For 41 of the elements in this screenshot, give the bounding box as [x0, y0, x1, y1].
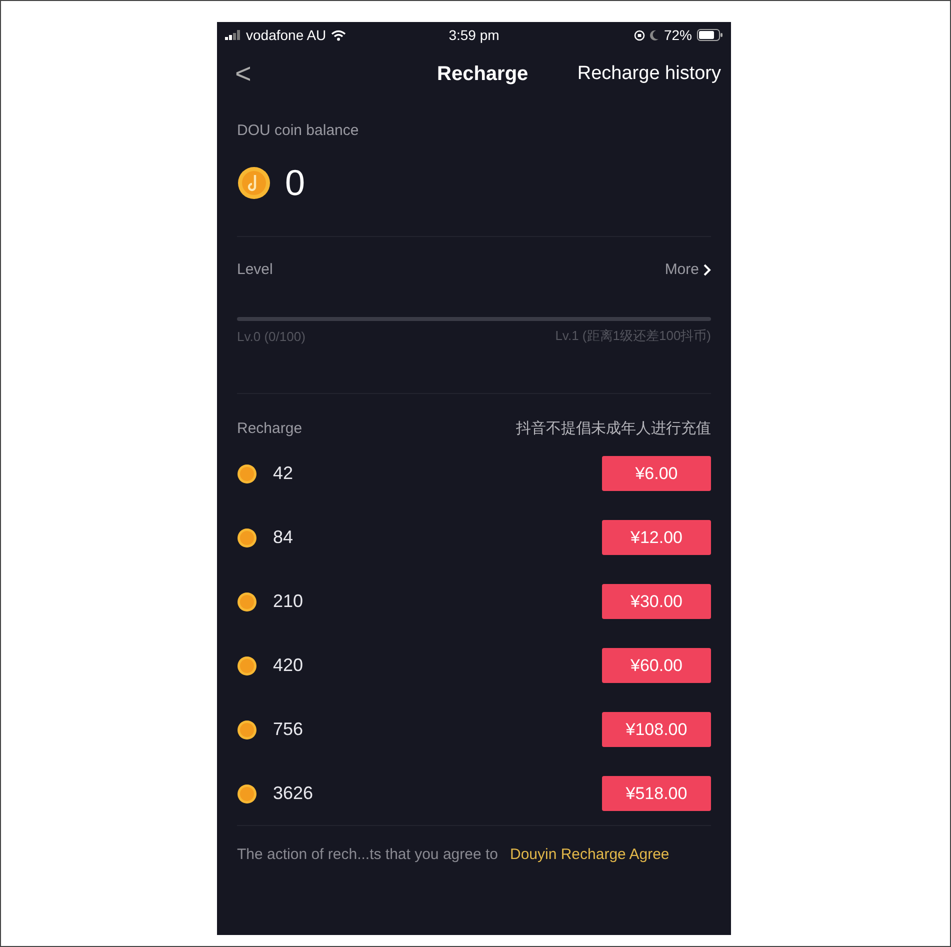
agreement-link[interactable]: Douyin Recharge Agree	[510, 846, 670, 863]
price-button[interactable]: ¥108.00	[602, 712, 711, 747]
coin-icon	[237, 464, 257, 484]
recharge-history-link[interactable]: Recharge history	[577, 63, 721, 85]
price-button[interactable]: ¥518.00	[602, 776, 711, 811]
chevron-icon	[703, 264, 711, 276]
coin-icon	[237, 656, 257, 676]
coin-amount: 3626	[273, 783, 314, 804]
coin-icon	[237, 592, 257, 612]
battery-percent: 72%	[664, 27, 692, 43]
battery-icon	[697, 29, 723, 41]
moon-icon	[650, 30, 659, 40]
current-level: Lv.0 (0/100)	[237, 328, 306, 344]
agreement-text: The action of rech...ts that you agree to	[237, 846, 498, 863]
balance-amount: 0	[285, 162, 306, 204]
recharge-label: Recharge	[237, 420, 302, 437]
coin-icon	[237, 166, 271, 200]
coin-amount: 210	[273, 591, 304, 612]
level-label: Level	[237, 261, 273, 278]
price-button[interactable]: ¥30.00	[602, 584, 711, 619]
balance-label: DOU coin balance	[237, 122, 359, 139]
next-level: Lv.1 (距离1级还差100抖币)	[555, 327, 711, 345]
coin-amount: 42	[273, 463, 294, 484]
coin-icon	[237, 784, 257, 804]
minor-notice: 抖音不提倡未成年人进行充值	[516, 419, 711, 438]
coin-amount: 420	[273, 655, 304, 676]
price-button[interactable]: ¥6.00	[602, 456, 711, 491]
status-time: 3:59 pm	[448, 27, 500, 43]
more-link[interactable]: More	[664, 261, 711, 278]
wifi-icon	[331, 30, 346, 40]
coin-amount: 756	[273, 719, 304, 740]
coin-icon	[237, 528, 257, 548]
rotation-lock-icon	[634, 30, 645, 40]
coin-amount: 84	[273, 527, 294, 548]
back-button[interactable]: <	[235, 58, 265, 90]
signal-icon	[225, 30, 241, 40]
price-button[interactable]: ¥60.00	[602, 648, 711, 683]
carrier-name: vodafone AU	[246, 27, 326, 43]
page-title: Recharge	[437, 62, 528, 86]
coin-icon	[237, 720, 257, 740]
price-button[interactable]: ¥12.00	[602, 520, 711, 555]
